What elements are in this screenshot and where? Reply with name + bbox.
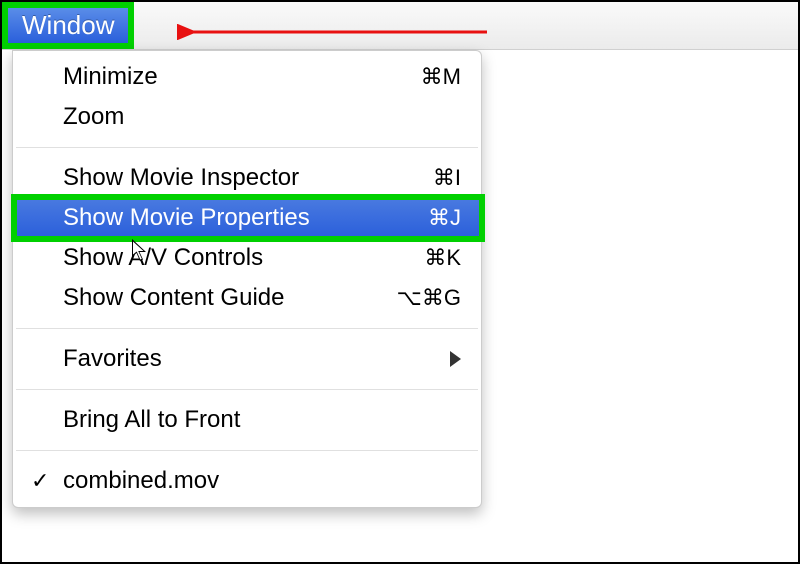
menu-item-window-combined-mov[interactable]: ✓ combined.mov (13, 461, 481, 501)
menu-item-label: Show A/V Controls (63, 244, 424, 272)
menu-item-shortcut: ⌘M (421, 64, 461, 90)
menu-item-favorites[interactable]: Favorites (13, 339, 481, 379)
menu-separator (16, 389, 478, 390)
submenu-arrow-icon (450, 351, 461, 367)
menu-item-show-movie-properties[interactable]: Show Movie Properties ⌘J (13, 198, 481, 238)
menu-item-label: Show Movie Properties (63, 204, 428, 232)
checkmark-icon: ✓ (31, 468, 49, 494)
menu-item-label: combined.mov (63, 467, 461, 495)
menu-item-minimize[interactable]: Minimize ⌘M (13, 57, 481, 97)
menu-item-shortcut: ⌘K (424, 245, 461, 271)
menu-separator (16, 450, 478, 451)
menu-item-shortcut: ⌘I (433, 165, 461, 191)
menu-item-show-av-controls[interactable]: Show A/V Controls ⌘K (13, 238, 481, 278)
window-dropdown-menu: Minimize ⌘M Zoom Show Movie Inspector ⌘I… (12, 50, 482, 508)
menu-item-shortcut: ⌥⌘G (397, 285, 461, 311)
menu-item-label: Show Movie Inspector (63, 164, 433, 192)
menu-item-label: Zoom (63, 103, 461, 131)
menu-item-label: Bring All to Front (63, 406, 461, 434)
window-menu-title[interactable]: Window (8, 8, 128, 43)
menu-item-label: Show Content Guide (63, 284, 397, 312)
menu-item-show-movie-inspector[interactable]: Show Movie Inspector ⌘I (13, 158, 481, 198)
menu-item-show-content-guide[interactable]: Show Content Guide ⌥⌘G (13, 278, 481, 318)
menu-item-shortcut: ⌘J (428, 205, 461, 231)
menu-item-bring-all-to-front[interactable]: Bring All to Front (13, 400, 481, 440)
menu-item-zoom[interactable]: Zoom (13, 97, 481, 137)
menu-item-label: Minimize (63, 63, 421, 91)
menu-item-label: Favorites (63, 345, 450, 373)
menu-separator (16, 328, 478, 329)
menu-bar: Window (2, 2, 798, 50)
menu-separator (16, 147, 478, 148)
highlight-menubar-title: Window (2, 2, 134, 49)
